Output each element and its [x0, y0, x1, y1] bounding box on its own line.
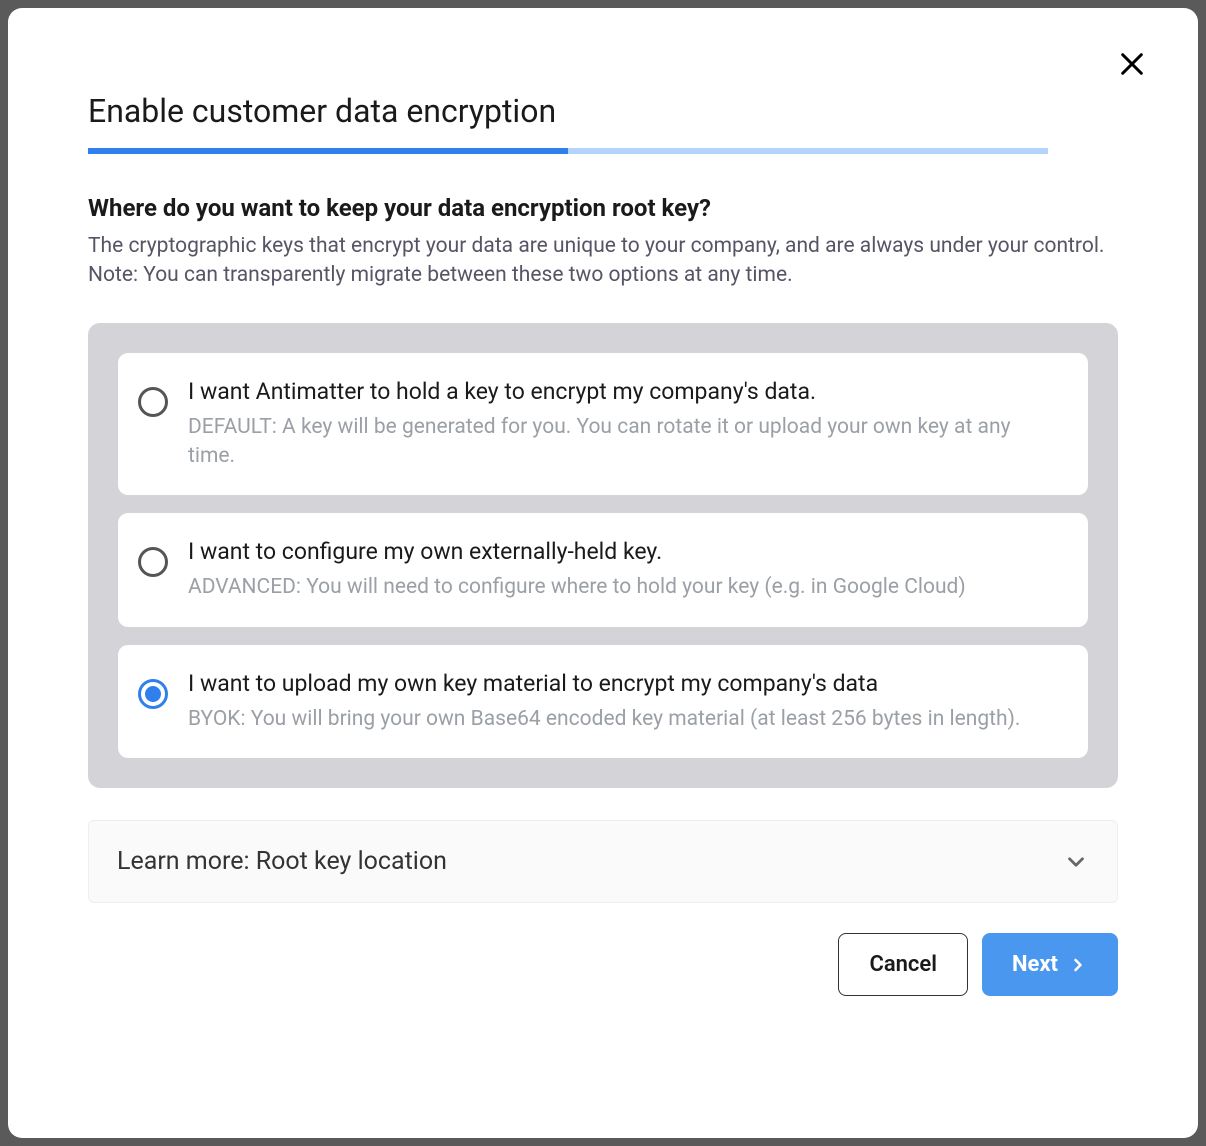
- learn-more-label: Learn more: Root key location: [117, 847, 447, 876]
- options-container: I want Antimatter to hold a key to encry…: [88, 323, 1118, 788]
- radio-icon-selected: [138, 679, 168, 709]
- option-description: ADVANCED: You will need to configure whe…: [188, 573, 1058, 602]
- radio-inner-dot: [145, 686, 161, 702]
- progress-fill: [88, 148, 568, 154]
- question-subtext: The cryptographic keys that encrypt your…: [68, 232, 1138, 291]
- option-text: I want to configure my own externally-he…: [188, 537, 1058, 602]
- option-text: I want Antimatter to hold a key to encry…: [188, 377, 1058, 472]
- dialog-title: Enable customer data encryption: [68, 92, 1138, 130]
- option-title: I want to configure my own externally-he…: [188, 537, 1058, 567]
- option-title: I want to upload my own key material to …: [188, 669, 1058, 699]
- chevron-down-icon: [1063, 849, 1089, 875]
- question-heading: Where do you want to keep your data encr…: [68, 194, 1138, 222]
- dialog-footer: Cancel Next: [68, 933, 1138, 996]
- cancel-button[interactable]: Cancel: [838, 933, 968, 996]
- next-button-label: Next: [1012, 952, 1058, 977]
- next-button[interactable]: Next: [982, 933, 1118, 996]
- option-antimatter-key[interactable]: I want Antimatter to hold a key to encry…: [118, 353, 1088, 496]
- option-description: DEFAULT: A key will be generated for you…: [188, 413, 1058, 472]
- close-icon: [1118, 50, 1146, 78]
- encryption-dialog: Enable customer data encryption Where do…: [8, 8, 1198, 1138]
- progress-remaining: [568, 148, 1048, 154]
- option-title: I want Antimatter to hold a key to encry…: [188, 377, 1058, 407]
- option-description: BYOK: You will bring your own Base64 enc…: [188, 705, 1058, 734]
- option-text: I want to upload my own key material to …: [188, 669, 1058, 734]
- close-button[interactable]: [1114, 46, 1150, 82]
- learn-more-accordion[interactable]: Learn more: Root key location: [88, 820, 1118, 903]
- option-external-key[interactable]: I want to configure my own externally-he…: [118, 513, 1088, 626]
- cancel-button-label: Cancel: [869, 952, 937, 977]
- chevron-right-icon: [1068, 955, 1088, 975]
- radio-icon: [138, 547, 168, 577]
- progress-bar: [88, 148, 1048, 154]
- radio-icon: [138, 387, 168, 417]
- option-byok[interactable]: I want to upload my own key material to …: [118, 645, 1088, 758]
